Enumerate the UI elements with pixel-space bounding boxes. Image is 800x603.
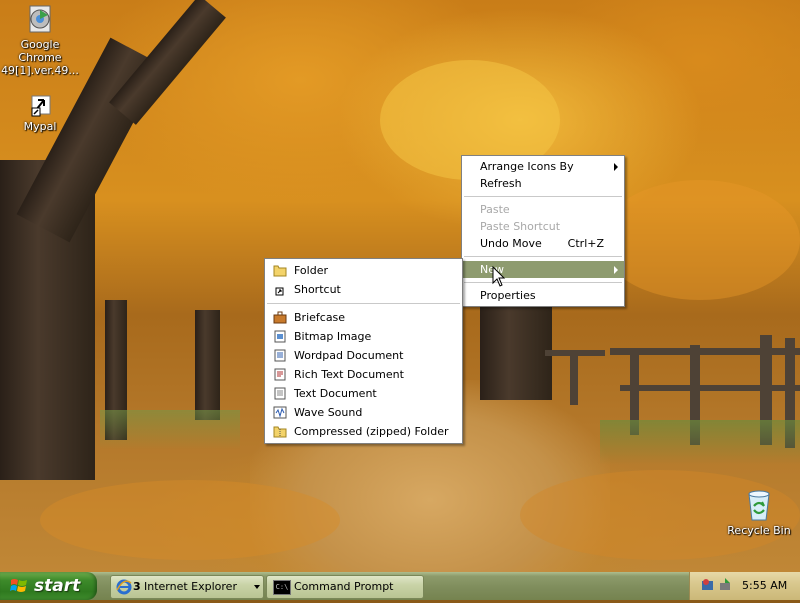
- new-item-compressed-folder[interactable]: Compressed (zipped) Folder: [265, 422, 462, 441]
- menu-item-paste[interactable]: Paste: [462, 201, 624, 218]
- taskbar-button-command-prompt[interactable]: C:\ Command Prompt: [266, 575, 424, 599]
- menu-item-refresh[interactable]: Refresh: [462, 175, 624, 192]
- menu-item-label: Undo Move: [480, 237, 542, 250]
- text-document-icon: [273, 387, 287, 400]
- submenu-arrow-icon: [614, 266, 618, 274]
- desktop-icon-label: Google Chrome 49[1].ver.49...: [1, 38, 79, 77]
- wallpaper-fence: [620, 385, 800, 391]
- wallpaper-foliage: [40, 480, 340, 560]
- desktop-icon-recycle-bin[interactable]: Recycle Bin: [719, 488, 799, 537]
- windows-logo-icon: [10, 578, 28, 599]
- desktop-context-menu: Arrange Icons By Refresh Paste Paste Sho…: [461, 155, 625, 307]
- wallpaper-foliage: [600, 180, 800, 300]
- menu-item-label: Wordpad Document: [294, 349, 404, 362]
- menu-item-label: Bitmap Image: [294, 330, 372, 343]
- menu-item-label: Folder: [294, 264, 328, 277]
- taskbar: start 3 Internet Explorer C:\ Command Pr…: [0, 572, 800, 600]
- tray-app-icon[interactable]: [700, 577, 716, 596]
- safely-remove-hardware-icon[interactable]: [718, 577, 734, 596]
- menu-item-arrange-icons-by[interactable]: Arrange Icons By: [462, 158, 624, 175]
- taskbar-group-internet-explorer[interactable]: 3 Internet Explorer: [110, 575, 264, 599]
- menu-item-properties[interactable]: Properties: [462, 287, 624, 304]
- new-item-wave-sound[interactable]: Wave Sound: [265, 403, 462, 422]
- rich-text-document-icon: [273, 368, 287, 381]
- submenu-arrow-icon: [614, 163, 618, 171]
- wallpaper-tree-trunk: [195, 310, 220, 420]
- new-item-shortcut[interactable]: Shortcut: [265, 280, 462, 299]
- menu-item-label: Wave Sound: [294, 406, 363, 419]
- task-label: Command Prompt: [294, 580, 394, 593]
- folder-icon: [273, 264, 287, 277]
- internet-explorer-icon: [116, 579, 132, 603]
- menu-item-shortcut-key: Ctrl+Z: [567, 237, 604, 250]
- wallpaper-tree-trunk: [480, 300, 552, 400]
- new-submenu: Folder Shortcut Briefcase Bitmap Image W…: [264, 258, 463, 444]
- task-label: Internet Explorer: [144, 580, 237, 593]
- task-group-count: 3: [133, 580, 141, 593]
- menu-separator: [464, 256, 622, 257]
- menu-item-label: Compressed (zipped) Folder: [294, 425, 449, 438]
- menu-item-undo-move[interactable]: Undo Move Ctrl+Z: [462, 235, 624, 252]
- chrome-installer-icon: [24, 2, 56, 36]
- wave-sound-icon: [273, 406, 287, 419]
- new-item-rich-text-document[interactable]: Rich Text Document: [265, 365, 462, 384]
- recycle-bin-icon: [744, 488, 774, 522]
- task-group-dropdown-icon: [254, 585, 260, 589]
- desktop-icon-mypal[interactable]: Mypal: [0, 94, 80, 133]
- menu-item-label: Paste Shortcut: [480, 220, 561, 233]
- wallpaper-fence: [570, 350, 578, 405]
- desktop-icon-label: Mypal: [23, 120, 57, 133]
- wallpaper-grass: [100, 410, 240, 450]
- menu-separator: [464, 196, 622, 197]
- menu-separator: [267, 303, 460, 304]
- new-item-folder[interactable]: Folder: [265, 261, 462, 280]
- menu-item-label: Text Document: [294, 387, 377, 400]
- new-item-bitmap-image[interactable]: Bitmap Image: [265, 327, 462, 346]
- desktop-icon-label: Recycle Bin: [727, 524, 791, 537]
- menu-item-label: Properties: [480, 289, 536, 302]
- new-item-briefcase[interactable]: Briefcase: [265, 308, 462, 327]
- mouse-cursor-icon: [492, 265, 506, 291]
- clock[interactable]: 5:55 AM: [742, 579, 787, 592]
- menu-item-label: Paste: [480, 203, 510, 216]
- menu-item-label: Shortcut: [294, 283, 341, 296]
- desktop-icon-chrome-installer[interactable]: Google Chrome 49[1].ver.49...: [0, 2, 80, 77]
- menu-separator: [464, 282, 622, 283]
- menu-item-label: Rich Text Document: [294, 368, 404, 381]
- start-label: start: [34, 576, 81, 596]
- wallpaper-grass: [600, 420, 800, 465]
- start-button[interactable]: start: [0, 572, 97, 600]
- wordpad-document-icon: [273, 349, 287, 362]
- bitmap-image-icon: [273, 330, 287, 343]
- menu-item-new[interactable]: New: [462, 261, 624, 278]
- new-item-text-document[interactable]: Text Document: [265, 384, 462, 403]
- zipped-folder-icon: [273, 425, 287, 438]
- command-prompt-icon: C:\: [273, 580, 291, 595]
- shortcut-icon: [273, 283, 287, 296]
- menu-item-label: Refresh: [480, 177, 522, 190]
- new-item-wordpad-document[interactable]: Wordpad Document: [265, 346, 462, 365]
- menu-item-paste-shortcut[interactable]: Paste Shortcut: [462, 218, 624, 235]
- briefcase-icon: [273, 311, 287, 324]
- system-tray: 5:55 AM: [689, 572, 800, 600]
- menu-item-label: Briefcase: [294, 311, 346, 324]
- mypal-shortcut-icon: [24, 94, 56, 118]
- menu-item-label: Arrange Icons By: [480, 160, 574, 173]
